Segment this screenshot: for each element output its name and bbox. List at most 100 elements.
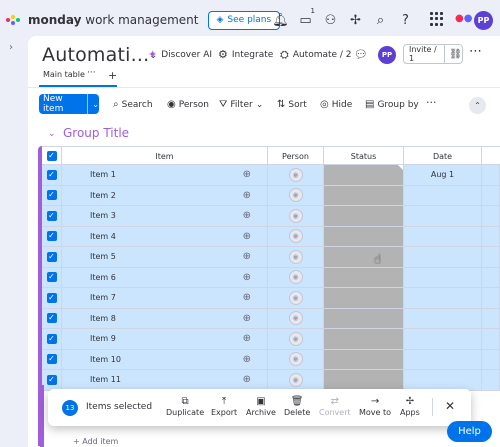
row-checkbox[interactable]: ✓ <box>46 272 57 283</box>
inbox-icon[interactable]: ▭ 1 <box>293 7 318 29</box>
person-cell[interactable]: ◉ <box>268 288 324 308</box>
export-button[interactable]: ⤒ Export <box>211 395 237 417</box>
item-name[interactable]: Item 11 <box>90 375 121 384</box>
new-item-button[interactable]: New item ⌄ <box>39 94 99 114</box>
item-name[interactable]: Item 2 <box>90 191 116 200</box>
row-checkbox-cell[interactable]: ✓ <box>42 329 62 349</box>
convert-button[interactable]: ⇄ Convert <box>319 395 351 417</box>
search-icon[interactable]: ⌕ <box>368 11 393 29</box>
person-cell[interactable]: ◉ <box>268 226 324 246</box>
item-cell[interactable]: Item 10 ⊕ <box>62 349 268 369</box>
item-cell[interactable]: Item 9 ⊕ <box>62 329 268 349</box>
status-cell[interactable] <box>324 247 404 267</box>
link-icon[interactable]: ⛓ <box>449 49 462 60</box>
column-header-item[interactable]: Item <box>62 147 268 165</box>
board-title[interactable]: Automati... <box>42 44 149 66</box>
add-view-button[interactable]: + <box>108 69 117 82</box>
chevron-down-icon[interactable]: ⌄ <box>92 100 99 109</box>
person-cell[interactable]: ◉ <box>268 165 324 185</box>
item-name[interactable]: Item 1 <box>90 170 116 179</box>
date-cell[interactable] <box>404 267 482 287</box>
row-checkbox-cell[interactable]: ✓ <box>42 247 62 267</box>
item-cell[interactable]: Item 3 ⊕ <box>62 206 268 226</box>
row-checkbox[interactable]: ✓ <box>46 190 57 201</box>
close-icon[interactable]: ✕ <box>445 399 455 413</box>
person-cell[interactable]: ◉ <box>268 370 324 390</box>
item-cell[interactable]: Item 2 ⊕ <box>62 185 268 205</box>
item-name[interactable]: Item 9 <box>90 334 116 343</box>
date-cell[interactable] <box>404 288 482 308</box>
person-cell[interactable]: ◉ <box>268 329 324 349</box>
item-cell[interactable]: Item 1 ⊕ <box>62 165 268 185</box>
collapse-header-icon[interactable]: ⌃ <box>469 97 486 114</box>
status-cell[interactable] <box>324 370 404 390</box>
add-update-icon[interactable]: ⊕ <box>243 190 251 201</box>
move-to-button[interactable]: → Move to <box>359 395 391 417</box>
search-button[interactable]: ⌕ Search <box>113 99 153 110</box>
row-checkbox[interactable]: ✓ <box>46 251 57 262</box>
item-cell[interactable]: Item 8 ⊕ <box>62 308 268 328</box>
status-cell[interactable] <box>324 329 404 349</box>
column-header-add[interactable] <box>482 147 500 165</box>
row-checkbox-cell[interactable]: ✓ <box>42 370 62 390</box>
row-checkbox[interactable]: ✓ <box>46 354 57 365</box>
item-name[interactable]: Item 8 <box>90 314 116 323</box>
table-row[interactable]: ✓ Item 8 ⊕ ◉ <box>42 308 500 329</box>
row-checkbox-cell[interactable]: ✓ <box>42 165 62 185</box>
add-update-icon[interactable]: ⊕ <box>243 251 251 262</box>
duplicate-button[interactable]: ⧉ Duplicate <box>166 395 204 417</box>
sort-button[interactable]: ⇅ Sort <box>277 99 307 110</box>
person-cell[interactable]: ◉ <box>268 247 324 267</box>
select-all-checkbox-cell[interactable]: ✓ <box>42 147 62 165</box>
user-avatar[interactable]: PP <box>474 11 493 30</box>
item-name[interactable]: Item 6 <box>90 273 116 282</box>
integrate-button[interactable]: ⚙ Integrate <box>218 48 273 61</box>
table-row[interactable]: ✓ Item 2 ⊕ ◉ <box>42 185 500 206</box>
add-update-icon[interactable]: ⊕ <box>243 354 251 365</box>
status-cell[interactable] <box>324 226 404 246</box>
delete-button[interactable]: 🗑︎ Delete <box>284 395 310 417</box>
group-by-button[interactable]: ▤ Group by <box>365 99 419 110</box>
item-cell[interactable]: Item 4 ⊕ <box>62 226 268 246</box>
item-name[interactable]: Item 5 <box>90 252 116 261</box>
discover-ai-button[interactable]: ✦ Discover AI <box>148 48 212 61</box>
more-options-icon[interactable]: ⋯ <box>469 44 482 59</box>
archive-button[interactable]: ▣ Archive <box>246 395 276 417</box>
apps-button[interactable]: ✢ Apps <box>400 395 420 417</box>
column-header-person[interactable]: Person <box>268 147 324 165</box>
row-checkbox-cell[interactable]: ✓ <box>42 267 62 287</box>
item-name[interactable]: Item 3 <box>90 211 116 220</box>
row-checkbox-cell[interactable]: ✓ <box>42 226 62 246</box>
person-filter-button[interactable]: ◉ Person <box>167 99 209 110</box>
add-item-row[interactable]: + Add item <box>73 437 118 446</box>
date-cell[interactable] <box>404 349 482 369</box>
item-cell[interactable]: Item 7 ⊕ <box>62 288 268 308</box>
invite-button[interactable]: Invite / 1 ⛓ <box>403 44 463 64</box>
row-checkbox-cell[interactable]: ✓ <box>42 206 62 226</box>
add-update-icon[interactable]: ⊕ <box>243 169 251 180</box>
status-cell[interactable] <box>324 206 404 226</box>
add-update-icon[interactable]: ⊕ <box>243 231 251 242</box>
item-name[interactable]: Item 7 <box>90 293 116 302</box>
date-cell[interactable] <box>404 206 482 226</box>
date-cell[interactable] <box>404 226 482 246</box>
row-checkbox-cell[interactable]: ✓ <box>42 349 62 369</box>
invite-members-icon[interactable]: ⚇ <box>318 11 343 29</box>
row-checkbox[interactable]: ✓ <box>46 169 57 180</box>
table-row[interactable]: ✓ Item 11 ⊕ ◉ <box>42 370 500 391</box>
apps-grid-icon[interactable] <box>430 12 444 26</box>
table-row[interactable]: ✓ Item 3 ⊕ ◉ <box>42 206 500 227</box>
status-cell[interactable] <box>324 288 404 308</box>
status-cell[interactable] <box>324 267 404 287</box>
row-checkbox-cell[interactable]: ✓ <box>42 308 62 328</box>
add-update-icon[interactable]: ⊕ <box>243 272 251 283</box>
chat-icon[interactable]: 💬︎ <box>354 48 368 61</box>
automate-button[interactable]: ⛭ Automate / 2 <box>280 48 352 62</box>
person-cell[interactable]: ◉ <box>268 267 324 287</box>
table-row[interactable]: ✓ Item 5 ⊕ ◉ <box>42 247 500 268</box>
bell-icon[interactable]: 🔔︎ <box>268 11 293 29</box>
row-checkbox[interactable]: ✓ <box>46 313 57 324</box>
row-checkbox[interactable]: ✓ <box>46 333 57 344</box>
date-cell[interactable] <box>404 185 482 205</box>
person-cell[interactable]: ◉ <box>268 185 324 205</box>
